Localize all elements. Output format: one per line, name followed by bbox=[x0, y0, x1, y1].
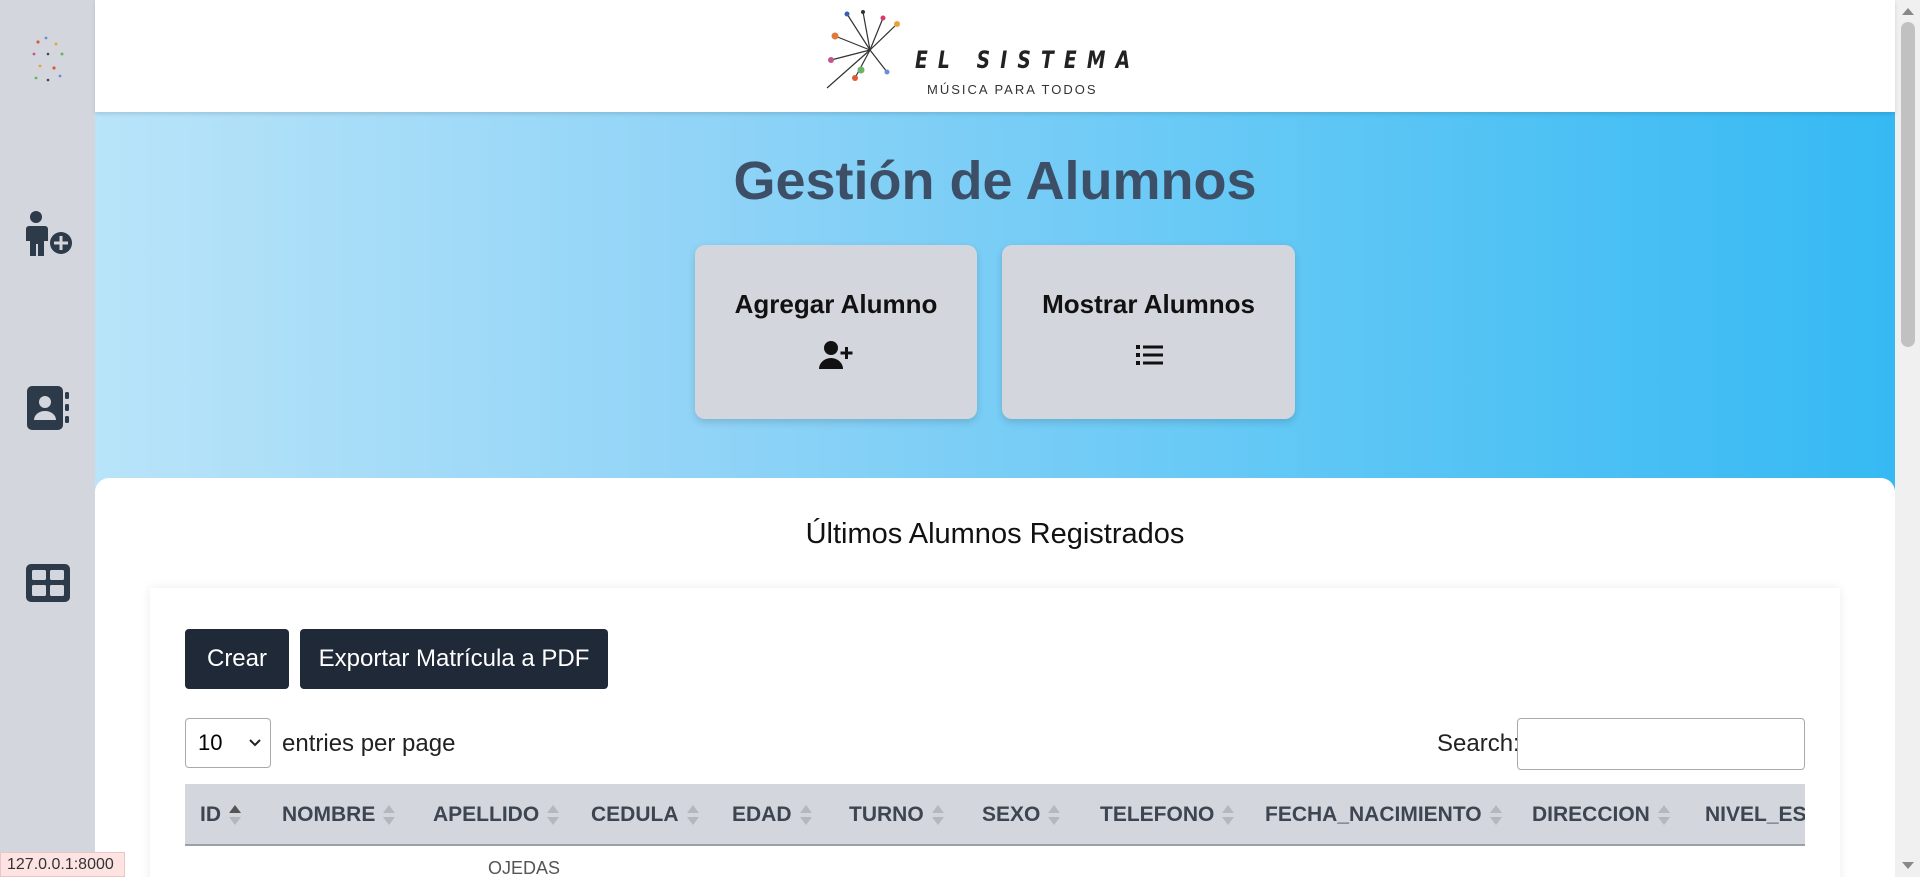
table-header: ID NOMBRE APELLIDO CEDULA EDAD TURNO SEX… bbox=[185, 784, 1805, 846]
entries-value: 10 bbox=[198, 730, 223, 755]
scrollbar-thumb[interactable] bbox=[1901, 22, 1915, 347]
brand-logo[interactable]: EL SISTEMA MÚSICA PARA TODOS bbox=[825, 8, 1130, 98]
column-header-direccion[interactable]: DIRECCION bbox=[1532, 784, 1670, 844]
add-student-icon[interactable] bbox=[20, 206, 76, 262]
column-header-apellido[interactable]: APELLIDO bbox=[433, 784, 560, 844]
table-cell: OJEDAS bbox=[488, 858, 561, 877]
brand-tagline: MÚSICA PARA TODOS bbox=[927, 82, 1098, 97]
page-scrollbar[interactable] bbox=[1895, 0, 1920, 877]
column-header-turno[interactable]: TURNO bbox=[849, 784, 944, 844]
section-title: Últimos Alumnos Registrados bbox=[805, 518, 1185, 550]
column-header-id[interactable]: ID bbox=[200, 784, 241, 844]
export-pdf-button[interactable]: Exportar Matrícula a PDF bbox=[300, 629, 608, 689]
sort-icon bbox=[229, 803, 241, 827]
sidebar bbox=[0, 0, 95, 877]
hero-banner: Gestión de Alumnos Agregar Alumno Mostra… bbox=[95, 112, 1895, 492]
scroll-up-icon[interactable] bbox=[1902, 8, 1914, 15]
chevron-down-icon bbox=[248, 733, 262, 759]
sort-icon bbox=[686, 803, 699, 827]
show-students-card-label: Mostrar Alumnos bbox=[1042, 289, 1255, 319]
entries-per-page-select[interactable]: 10 bbox=[185, 718, 271, 768]
brand-name: EL SISTEMA bbox=[915, 46, 1141, 74]
main-panel: Últimos Alumnos Registrados Crear Export… bbox=[95, 478, 1895, 877]
list-icon bbox=[1132, 340, 1166, 370]
add-student-card[interactable]: Agregar Alumno bbox=[695, 245, 977, 419]
column-header-edad[interactable]: EDAD bbox=[732, 784, 812, 844]
page-title: Gestión de Alumnos bbox=[733, 151, 1257, 211]
column-header-telefono[interactable]: TELEFONO bbox=[1100, 784, 1235, 844]
sort-icon bbox=[1048, 803, 1061, 827]
top-header: EL SISTEMA MÚSICA PARA TODOS bbox=[95, 0, 1895, 112]
sort-icon bbox=[1489, 803, 1502, 827]
column-header-fecha-nacimiento[interactable]: FECHA_NACIMIENTO bbox=[1265, 784, 1502, 844]
column-header-nombre[interactable]: NOMBRE bbox=[282, 784, 396, 844]
search-label: Search: bbox=[1437, 730, 1520, 757]
sort-icon bbox=[799, 803, 812, 827]
contact-book-icon[interactable] bbox=[20, 380, 76, 436]
entries-label: entries per page bbox=[282, 730, 456, 757]
column-header-nivel-estudio[interactable]: NIVEL_EST bbox=[1705, 784, 1805, 844]
dashboard-grid-icon[interactable] bbox=[20, 555, 76, 611]
sort-icon bbox=[1657, 803, 1670, 827]
sidebar-logo[interactable] bbox=[26, 32, 70, 88]
show-students-card[interactable]: Mostrar Alumnos bbox=[1002, 245, 1295, 419]
add-student-card-label: Agregar Alumno bbox=[734, 289, 938, 319]
scroll-down-icon[interactable] bbox=[1902, 862, 1914, 869]
sort-icon bbox=[383, 803, 396, 827]
students-table-card: Crear Exportar Matrícula a PDF 10 entrie… bbox=[150, 588, 1840, 877]
create-button[interactable]: Crear bbox=[185, 629, 289, 689]
sort-icon bbox=[1222, 803, 1235, 827]
search-input[interactable] bbox=[1517, 718, 1805, 770]
status-url: 127.0.0.1:8000 bbox=[0, 852, 125, 877]
sort-icon bbox=[547, 803, 560, 827]
sort-icon bbox=[931, 803, 944, 827]
column-header-sexo[interactable]: SEXO bbox=[982, 784, 1061, 844]
column-header-cedula[interactable]: CEDULA bbox=[591, 784, 699, 844]
user-plus-icon bbox=[819, 340, 853, 370]
